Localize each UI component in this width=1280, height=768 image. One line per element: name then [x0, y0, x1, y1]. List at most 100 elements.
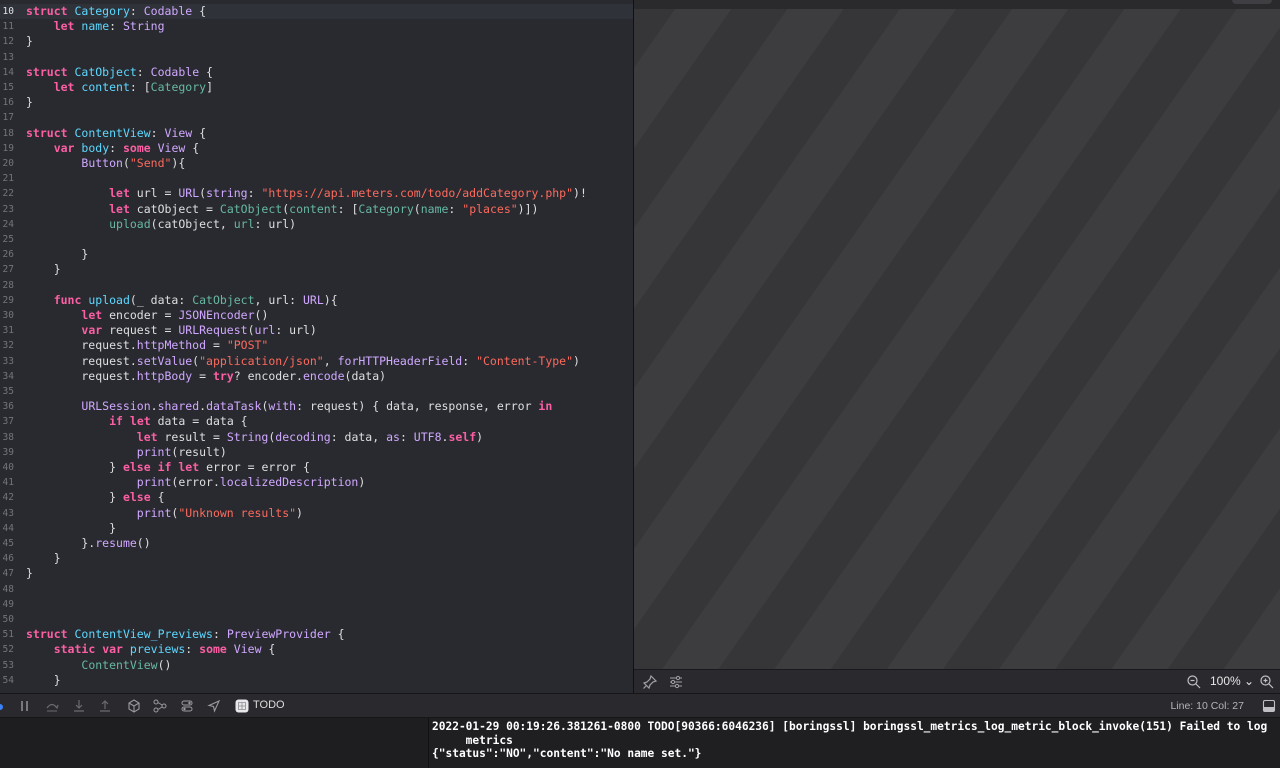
- code-line[interactable]: 28: [0, 278, 633, 293]
- code-line[interactable]: 35: [0, 384, 633, 399]
- console-toggle-icon[interactable]: [1262, 699, 1276, 713]
- code-line[interactable]: 23 let catObject = CatObject (content: [C…: [0, 202, 633, 217]
- step-out-icon[interactable]: [98, 699, 112, 713]
- code-line[interactable]: 27 }: [0, 262, 633, 277]
- code-token: ): [476, 429, 484, 444]
- code-token: url: [233, 216, 255, 231]
- code-text: } else {: [26, 490, 164, 505]
- code-line[interactable]: 40 } else if let error = error {: [0, 460, 633, 475]
- line-number: 34: [2, 370, 14, 382]
- code-line[interactable]: 14 struct CatObject: Codable {: [0, 65, 633, 80]
- code-line[interactable]: 52 static var previews: some View {: [0, 642, 633, 657]
- code-line[interactable]: 39 print(result): [0, 445, 633, 460]
- debug-view-hierarchy-icon[interactable]: [127, 699, 141, 713]
- code-line[interactable]: 51 struct ContentView_Previews: PreviewPr…: [0, 627, 633, 642]
- zoom-out-icon[interactable]: [1186, 674, 1202, 690]
- scheme-label[interactable]: TODO: [253, 699, 285, 711]
- environment-overrides-icon[interactable]: [180, 699, 194, 713]
- line-number: 12: [2, 36, 14, 48]
- code-token: var: [102, 642, 123, 657]
- console-output[interactable]: 2022-01-29 00:19:26.381261-0800 TODO[903…: [429, 718, 1280, 768]
- code-line[interactable]: 54 }: [0, 673, 633, 688]
- preview-canvas[interactable]: [634, 0, 1280, 669]
- code-line[interactable]: 49: [0, 597, 633, 612]
- code-token: in: [538, 399, 553, 414]
- line-number: 33: [2, 355, 14, 367]
- code-line[interactable]: 15 let content: [Category]: [0, 80, 633, 95]
- code-token: :: [129, 4, 144, 18]
- code-line[interactable]: 12}: [0, 34, 633, 49]
- code-text: print(error.localizedDescription): [26, 475, 366, 490]
- code-line[interactable]: 10 struct Category: Codable {: [0, 4, 633, 20]
- code-token: self: [448, 429, 477, 444]
- code-editor[interactable]: 10 struct Category: Codable {11 let name:…: [0, 0, 633, 693]
- code-token: : url): [254, 216, 297, 231]
- code-line[interactable]: 32 request.httpMethod = "POST": [0, 338, 633, 353]
- code-line[interactable]: 47}: [0, 566, 633, 581]
- sliders-icon[interactable]: [668, 674, 684, 690]
- code-text: } else if let error = error {: [26, 460, 310, 475]
- code-text: struct ContentView_Previews: PreviewProv…: [26, 627, 345, 642]
- code-line[interactable]: 26 }: [0, 247, 633, 262]
- code-token: (catObject,: [150, 216, 234, 231]
- code-line[interactable]: 21: [0, 171, 633, 186]
- code-line[interactable]: 11 let name: String: [0, 19, 633, 34]
- code-line[interactable]: 37 if let data = data {: [0, 414, 633, 429]
- code-line[interactable]: 30 let encoder = JSONEncoder(): [0, 308, 633, 323]
- zoom-in-icon[interactable]: [1259, 674, 1275, 690]
- line-number: 28: [2, 279, 14, 291]
- code-line[interactable]: 20 Button("Send"){: [0, 156, 633, 171]
- code-line[interactable]: 46 }: [0, 551, 633, 566]
- line-column-indicator: Line: 10 Col: 27: [1170, 700, 1244, 712]
- code-line[interactable]: 38 let result = String(decoding: data, a…: [0, 430, 633, 445]
- line-number: 37: [2, 416, 14, 428]
- breakpoint-toggle-icon[interactable]: [0, 704, 3, 710]
- code-line[interactable]: 43 print("Unknown results"): [0, 506, 633, 521]
- code-token: let: [81, 308, 103, 322]
- code-line[interactable]: 36 URLSession.shared.dataTask(with: requ…: [0, 399, 633, 414]
- code-token: previews: [129, 642, 186, 657]
- step-into-icon[interactable]: [72, 699, 86, 713]
- code-text: struct CatObject: Codable {: [26, 65, 213, 80]
- code-line[interactable]: 13: [0, 50, 633, 65]
- code-token: struct: [26, 627, 68, 642]
- code-token: let: [53, 19, 75, 34]
- code-line[interactable]: 18 struct ContentView: View {: [0, 126, 633, 141]
- code-text: print("Unknown results"): [26, 506, 303, 521]
- zoom-level[interactable]: 100% ⌄: [1210, 674, 1254, 688]
- code-token: request =: [102, 323, 179, 338]
- pause-icon[interactable]: [18, 699, 32, 713]
- variables-view[interactable]: [0, 718, 428, 768]
- code-line[interactable]: 53 ContentView(): [0, 658, 633, 673]
- code-line[interactable]: 44 }: [0, 521, 633, 536]
- code-line[interactable]: 19 var body: some View {: [0, 141, 633, 156]
- memory-graph-icon[interactable]: [153, 699, 167, 713]
- code-line[interactable]: 34 request.httpBody = try? encoder.encod…: [0, 369, 633, 384]
- pin-icon[interactable]: [642, 674, 658, 690]
- code-line[interactable]: 48: [0, 582, 633, 597]
- location-icon[interactable]: [207, 699, 221, 713]
- code-line[interactable]: 17: [0, 110, 633, 125]
- code-token: (data): [344, 368, 387, 383]
- code-line[interactable]: 33 request.setValue("application/json", …: [0, 354, 633, 369]
- code-line[interactable]: 31 var request = URLRequest(url: url): [0, 323, 633, 338]
- code-line[interactable]: 41 print(error.localizedDescription): [0, 475, 633, 490]
- code-token: Category: [358, 201, 414, 216]
- code-line[interactable]: 50: [0, 612, 633, 627]
- line-number: 45: [2, 538, 14, 549]
- code-token: ? encoder.: [233, 368, 303, 383]
- code-line[interactable]: 29 func upload(_ data: CatObject, url: U…: [0, 293, 633, 308]
- step-over-icon[interactable]: [45, 699, 59, 713]
- code-line[interactable]: 24 upload(catObject, url: url): [0, 217, 633, 232]
- code-token: URLSession: [81, 399, 151, 414]
- code-token: , url:: [254, 292, 303, 307]
- code-line[interactable]: 25: [0, 232, 633, 247]
- line-number: 14: [2, 66, 14, 78]
- code-line[interactable]: 45 }.resume(): [0, 536, 633, 551]
- code-line[interactable]: 42 } else {: [0, 490, 633, 505]
- canvas-top-control[interactable]: [1232, 0, 1272, 4]
- code-line[interactable]: 22 let url = URL(string: "https://api.me…: [0, 186, 633, 201]
- code-line[interactable]: 16}: [0, 95, 633, 110]
